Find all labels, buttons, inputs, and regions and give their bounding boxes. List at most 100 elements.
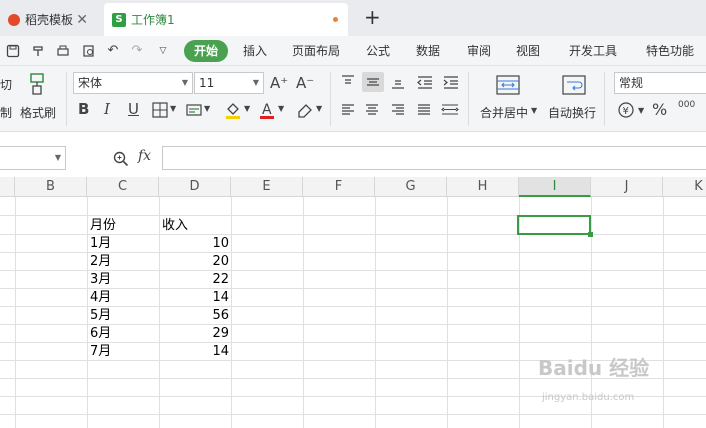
column-header[interactable]: C xyxy=(87,177,159,197)
bold-button[interactable]: B xyxy=(78,100,89,118)
justify-icon[interactable] xyxy=(416,102,432,118)
cell-header-month[interactable]: 月份 xyxy=(90,217,116,235)
menu-formulas[interactable]: 公式 xyxy=(366,36,390,66)
name-box[interactable]: ▼ xyxy=(0,146,66,170)
chevron-down-icon[interactable]: ▼ xyxy=(638,106,644,115)
align-top-icon[interactable] xyxy=(340,74,356,90)
cell-month[interactable]: 4月 xyxy=(90,289,111,307)
menu-data[interactable]: 数据 xyxy=(416,36,440,66)
wrap-text-icon[interactable] xyxy=(562,74,586,96)
align-right-icon[interactable] xyxy=(390,102,406,118)
cut-label[interactable]: 切 xyxy=(0,76,12,93)
function-icon[interactable]: fx xyxy=(138,148,151,164)
eraser-icon[interactable] xyxy=(296,102,314,118)
align-left-icon[interactable] xyxy=(340,102,356,118)
chevron-down-icon[interactable]: ▼ xyxy=(531,106,537,115)
cell-value[interactable]: 10 xyxy=(159,235,229,253)
toolbar-separator xyxy=(66,72,67,126)
border-icon[interactable] xyxy=(152,102,168,118)
format-painter-button[interactable]: 格式刷 xyxy=(20,104,56,121)
tab-docer-templates[interactable]: 稻壳模板 ✕ xyxy=(0,3,96,36)
menu-review[interactable]: 审阅 xyxy=(467,36,491,66)
column-header[interactable]: F xyxy=(303,177,375,197)
number-format-select[interactable]: 常规 xyxy=(614,72,706,94)
font-name-select[interactable]: 宋体 ▼ xyxy=(73,72,193,94)
cell-value[interactable]: 14 xyxy=(159,289,229,307)
menu-special-features[interactable]: 特色功能 xyxy=(646,36,694,66)
column-header-a[interactable] xyxy=(0,177,15,197)
column-header[interactable]: H xyxy=(447,177,519,197)
chevron-down-icon[interactable]: ▼ xyxy=(278,104,284,113)
active-cell-selection[interactable] xyxy=(517,215,593,237)
formula-input[interactable] xyxy=(162,146,706,170)
fill-pattern-icon[interactable] xyxy=(186,102,202,118)
format-painter-icon[interactable] xyxy=(26,72,48,96)
align-bottom-icon[interactable] xyxy=(390,74,406,90)
merge-center-icon[interactable] xyxy=(496,74,520,96)
chevron-down-icon[interactable]: ▼ xyxy=(204,104,210,113)
align-center-icon[interactable] xyxy=(364,102,380,118)
tab-workbook[interactable]: S 工作簿1 xyxy=(104,3,348,36)
column-header[interactable]: G xyxy=(375,177,447,197)
thousands-separator-button[interactable]: 000 xyxy=(678,100,695,110)
merge-center-button[interactable]: 合并居中 xyxy=(480,104,528,121)
underline-button[interactable]: U xyxy=(128,100,139,118)
decrease-indent-icon[interactable] xyxy=(416,74,434,90)
decrease-font-icon[interactable]: A⁻ xyxy=(296,74,314,92)
toolbar-separator xyxy=(330,72,331,126)
align-middle-icon[interactable] xyxy=(362,72,384,92)
chevron-down-icon[interactable]: ▼ xyxy=(170,104,176,113)
zoom-search-icon[interactable] xyxy=(112,150,130,168)
cell-month[interactable]: 2月 xyxy=(90,253,111,271)
increase-font-icon[interactable]: A⁺ xyxy=(270,74,288,92)
docer-logo-icon xyxy=(8,13,20,26)
increase-indent-icon[interactable] xyxy=(442,74,460,90)
font-size-select[interactable]: 11 ▼ xyxy=(194,72,264,94)
cell-header-income[interactable]: 收入 xyxy=(162,217,188,235)
menu-view[interactable]: 视图 xyxy=(516,36,540,66)
cell-month[interactable]: 1月 xyxy=(90,235,111,253)
save-icon[interactable] xyxy=(6,44,20,58)
cell-value[interactable]: 20 xyxy=(159,253,229,271)
wrap-text-button[interactable]: 自动换行 xyxy=(548,104,596,121)
cell-value[interactable]: 56 xyxy=(159,307,229,325)
column-header[interactable]: K xyxy=(663,177,706,197)
column-header-selected[interactable]: I xyxy=(519,177,591,197)
copy-label[interactable]: 制 xyxy=(0,104,12,121)
column-header[interactable]: J xyxy=(591,177,663,197)
cell-value[interactable]: 29 xyxy=(159,325,229,343)
menu-insert[interactable]: 插入 xyxy=(243,36,267,66)
cell-month[interactable]: 5月 xyxy=(90,307,111,325)
close-icon[interactable]: ✕ xyxy=(76,12,88,28)
font-name-value: 宋体 xyxy=(78,76,103,90)
chevron-down-icon[interactable]: ▼ xyxy=(316,104,322,113)
column-header[interactable]: D xyxy=(159,177,231,197)
customize-toolbar-icon[interactable]: ▽ xyxy=(156,44,170,58)
menu-developer[interactable]: 开发工具 xyxy=(569,36,617,66)
cell-value[interactable]: 22 xyxy=(159,271,229,289)
fill-color-icon[interactable] xyxy=(224,100,242,120)
column-header[interactable]: E xyxy=(231,177,303,197)
column-header[interactable]: B xyxy=(15,177,87,197)
svg-text:¥: ¥ xyxy=(623,106,629,117)
italic-button[interactable]: I xyxy=(104,100,110,118)
undo-icon[interactable]: ↶ xyxy=(106,44,120,58)
chevron-down-icon[interactable]: ▼ xyxy=(244,104,250,113)
percent-button[interactable]: % xyxy=(652,100,667,119)
redo-icon[interactable]: ↷ xyxy=(130,44,144,58)
distributed-align-icon[interactable] xyxy=(440,102,460,118)
cell-value[interactable]: 14 xyxy=(159,343,229,361)
cell-month[interactable]: 3月 xyxy=(90,271,111,289)
currency-icon[interactable]: ¥ xyxy=(616,100,636,120)
print-preview-icon[interactable] xyxy=(82,44,96,58)
new-tab-button[interactable]: + xyxy=(364,4,381,30)
cell-month[interactable]: 7月 xyxy=(90,343,111,361)
font-color-icon[interactable]: A xyxy=(258,100,276,120)
cell-month[interactable]: 6月 xyxy=(90,325,111,343)
format-brush-icon[interactable] xyxy=(32,44,46,58)
menu-home[interactable]: 开始 xyxy=(184,40,228,62)
menu-page-layout[interactable]: 页面布局 xyxy=(292,36,340,66)
font-size-value: 11 xyxy=(199,76,215,90)
print-icon[interactable] xyxy=(56,44,70,58)
number-format-value: 常规 xyxy=(619,76,644,90)
